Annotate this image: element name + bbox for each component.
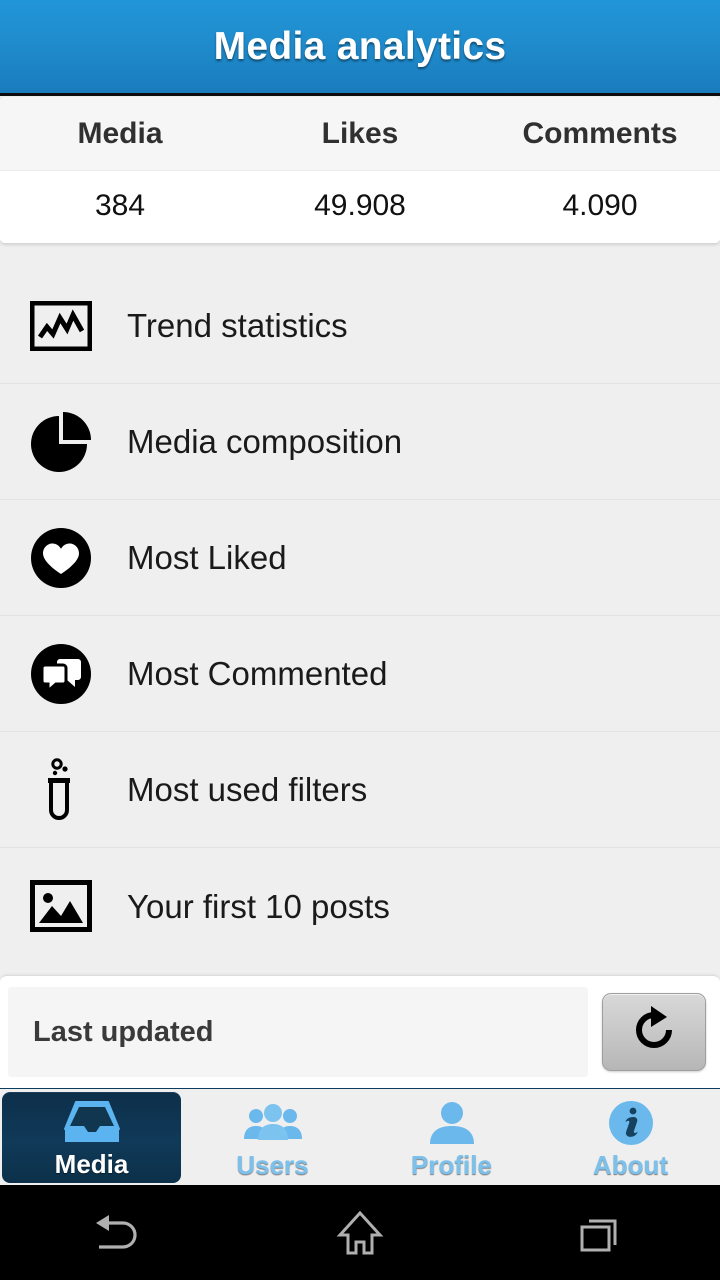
analytics-menu-list: Trend statistics Media composition Most …	[0, 268, 720, 975]
list-item-label: Most Commented	[127, 655, 388, 692]
refresh-icon	[631, 1005, 677, 1059]
tab-media[interactable]: Media	[2, 1092, 181, 1183]
stats-header-row: Media Likes Comments	[0, 97, 720, 171]
refresh-button[interactable]	[602, 993, 706, 1071]
list-item-label: Media composition	[127, 423, 403, 460]
list-item-label: Your first 10 posts	[127, 887, 390, 925]
inbox-tray-icon	[62, 1099, 122, 1145]
nav-home-button[interactable]	[240, 1209, 480, 1257]
tab-about[interactable]: About	[541, 1092, 720, 1185]
bottom-tab-bar: Media Users Profile About	[0, 1088, 720, 1185]
list-item-trend-statistics[interactable]: Trend statistics	[0, 268, 720, 384]
list-item-most-commented[interactable]: Most Commented	[0, 616, 720, 732]
pie-chart-icon	[28, 409, 94, 475]
home-icon	[336, 1209, 384, 1257]
stats-column-header-comments: Comments	[522, 117, 678, 150]
stats-column-header-likes: Likes	[321, 117, 399, 150]
last-updated-bar: Last updated	[0, 975, 720, 1088]
tab-label: Media	[54, 1149, 129, 1179]
tab-profile[interactable]: Profile	[362, 1092, 541, 1185]
trend-chart-icon	[28, 293, 94, 359]
info-circle-icon	[608, 1100, 654, 1146]
list-item-label: Most used filters	[127, 771, 368, 808]
page-title: Media analytics	[213, 24, 507, 68]
test-tube-icon	[28, 757, 94, 823]
tab-label: About	[592, 1150, 669, 1180]
stats-value-media: 384	[94, 189, 146, 222]
heart-circle-icon	[28, 525, 94, 591]
list-item-media-composition[interactable]: Media composition	[0, 384, 720, 500]
photo-frame-icon	[28, 873, 94, 939]
list-item-label: Trend statistics	[127, 307, 348, 344]
tab-label: Profile	[411, 1150, 492, 1180]
app-root: Media analytics Media Likes Comments 384…	[0, 0, 720, 1280]
android-nav-bar	[0, 1185, 720, 1280]
stats-column-header-media: Media	[77, 117, 163, 150]
nav-recents-button[interactable]	[480, 1211, 720, 1255]
app-header: Media analytics	[0, 0, 720, 96]
tab-label: Users	[236, 1150, 309, 1180]
back-arrow-icon	[93, 1212, 147, 1254]
stats-card: Media Likes Comments 384 49.908 4.090	[0, 97, 720, 243]
stats-summary-section: Media Likes Comments 384 49.908 4.090	[0, 96, 720, 268]
list-item-label: Most Liked	[127, 539, 287, 576]
stats-value-likes: 49.908	[314, 189, 406, 222]
tab-users[interactable]: Users	[183, 1092, 362, 1185]
last-updated-field: Last updated	[8, 987, 588, 1077]
stats-value-row: 384 49.908 4.090	[0, 171, 720, 243]
last-updated-label: Last updated	[33, 1015, 214, 1048]
list-item-most-used-filters[interactable]: Most used filters	[0, 732, 720, 848]
person-icon	[427, 1100, 477, 1146]
users-group-icon	[242, 1100, 304, 1146]
list-item-your-first-10-posts[interactable]: Your first 10 posts	[0, 848, 720, 964]
comments-circle-icon	[28, 641, 94, 707]
stats-value-comments: 4.090	[562, 189, 638, 222]
recents-icon	[577, 1211, 623, 1255]
nav-back-button[interactable]	[0, 1212, 240, 1254]
list-item-most-liked[interactable]: Most Liked	[0, 500, 720, 616]
